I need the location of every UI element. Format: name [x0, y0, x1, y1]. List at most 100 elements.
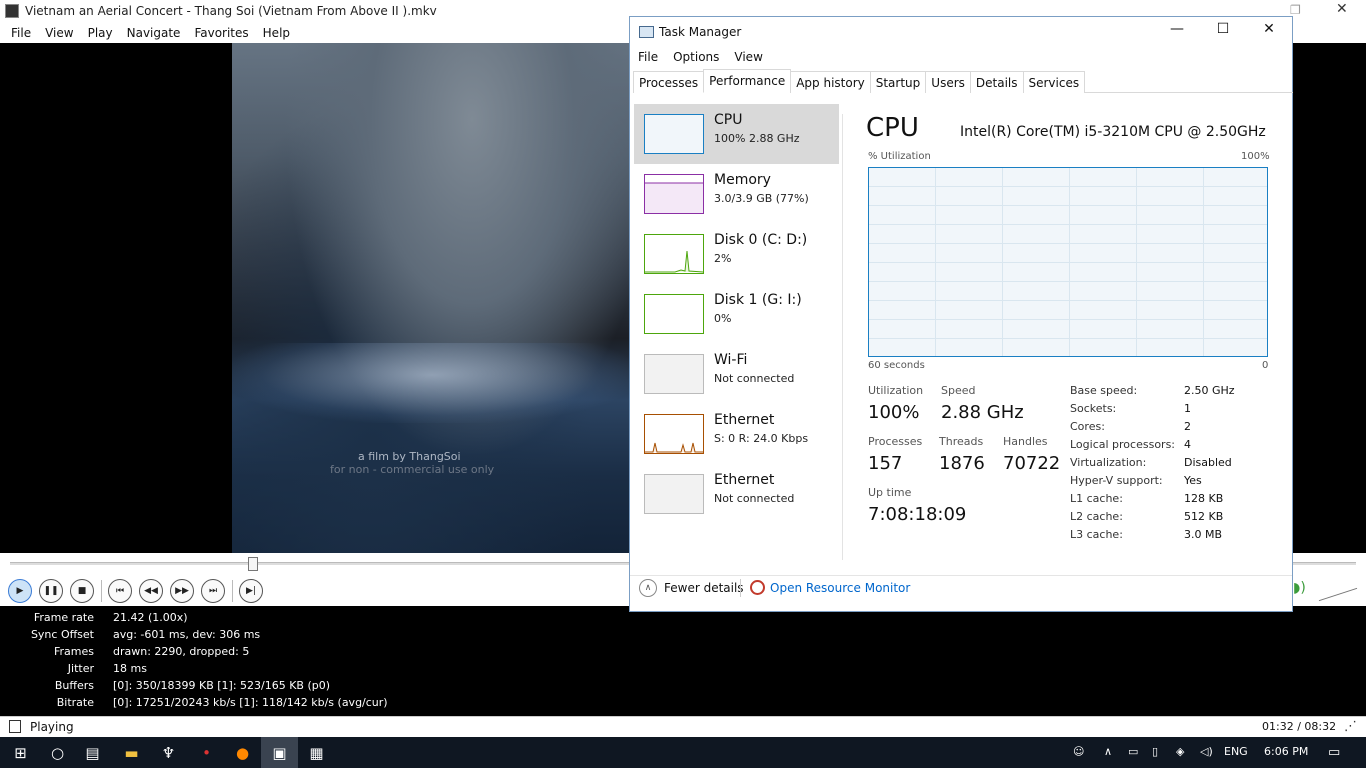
- battery-icon[interactable]: ▭: [1128, 745, 1138, 758]
- menu-file[interactable]: File: [4, 26, 38, 40]
- detail-label: L2 cache:: [1070, 510, 1123, 523]
- detail-value: 2.50 GHz: [1184, 384, 1235, 397]
- resource-sub: 3.0/3.9 GB (77%): [714, 192, 809, 205]
- tm-menu-file[interactable]: File: [638, 50, 658, 64]
- language-indicator[interactable]: ENG: [1224, 745, 1248, 758]
- resource-disk0[interactable]: Disk 0 (C: D:) 2%: [634, 224, 839, 284]
- handles-label: Handles: [1003, 435, 1048, 448]
- app-icon[interactable]: •: [188, 737, 225, 768]
- seek-thumb[interactable]: [248, 557, 258, 571]
- resize-grip-icon[interactable]: ⋰: [1344, 719, 1357, 734]
- close-icon[interactable]: ✕: [1246, 21, 1292, 43]
- mpc-taskbar-icon[interactable]: ▦: [298, 737, 335, 768]
- stat-value: [0]: 17251/20243 kb/s [1]: 118/142 kb/s …: [113, 696, 388, 709]
- video-credit-sub: for non - commercial use only: [330, 463, 495, 476]
- previous-button[interactable]: ⏮: [108, 579, 132, 603]
- detail-label: Logical processors:: [1070, 438, 1176, 451]
- tm-menu-view[interactable]: View: [734, 50, 762, 64]
- grid-line: [869, 262, 1267, 263]
- task-manager-taskbar-icon[interactable]: ▣: [261, 737, 298, 768]
- memory-graph: [645, 182, 703, 213]
- next-button[interactable]: ⏭: [201, 579, 225, 603]
- resource-ethernet[interactable]: Ethernet S: 0 R: 24.0 Kbps: [634, 404, 839, 464]
- tab-services[interactable]: Services: [1022, 71, 1086, 93]
- video-frame: a film by ThangSoi for non - commercial …: [232, 43, 632, 553]
- time-display[interactable]: 01:32 / 08:32: [1262, 720, 1336, 733]
- detail-label: L1 cache:: [1070, 492, 1123, 505]
- notification-icon[interactable]: ▭: [1328, 745, 1340, 760]
- menu-view[interactable]: View: [38, 26, 80, 40]
- fewer-details-button[interactable]: Fewer details: [664, 581, 744, 595]
- chevron-up-icon[interactable]: ∧: [1104, 745, 1112, 758]
- cpu-thumbnail: [644, 114, 704, 154]
- resource-disk1[interactable]: Disk 1 (G: I:) 0%: [634, 284, 839, 344]
- stat-label: Jitter: [67, 662, 94, 675]
- open-resource-monitor-link[interactable]: Open Resource Monitor: [770, 581, 910, 595]
- stop-button[interactable]: ■: [70, 579, 94, 603]
- tab-details[interactable]: Details: [969, 71, 1024, 93]
- app-icon[interactable]: ♆: [150, 737, 187, 768]
- pause-button[interactable]: ❚❚: [39, 579, 63, 603]
- minimize-icon[interactable]: —: [1154, 21, 1200, 43]
- graph-time-left: 60 seconds: [868, 360, 925, 371]
- menu-favorites[interactable]: Favorites: [187, 26, 255, 40]
- tab-performance[interactable]: Performance: [703, 69, 792, 93]
- threads-value: 1876: [939, 453, 985, 474]
- dropbox-icon[interactable]: ◈: [1176, 745, 1184, 758]
- rewind-button[interactable]: ◀◀: [139, 579, 163, 603]
- detail-label: Hyper-V support:: [1070, 474, 1163, 487]
- grid-line: [869, 186, 1267, 187]
- network-icon[interactable]: ▯: [1152, 745, 1158, 758]
- control-separator: [232, 580, 233, 602]
- tab-app-history[interactable]: App history: [790, 71, 871, 93]
- tab-users[interactable]: Users: [925, 71, 971, 93]
- tab-processes[interactable]: Processes: [633, 71, 705, 93]
- resource-cpu[interactable]: CPU 100% 2.88 GHz: [634, 104, 839, 164]
- menu-help[interactable]: Help: [256, 26, 297, 40]
- detail-value: 1: [1184, 402, 1191, 415]
- menu-navigate[interactable]: Navigate: [120, 26, 188, 40]
- memory-thumbnail: [644, 174, 704, 214]
- people-icon[interactable]: ☺: [1073, 745, 1084, 758]
- detail-value: 512 KB: [1184, 510, 1224, 523]
- tab-startup[interactable]: Startup: [869, 71, 927, 93]
- stat-row: Jitter 18 ms: [0, 662, 600, 679]
- restore-icon[interactable]: ❐: [1290, 3, 1304, 17]
- detail-value: 2: [1184, 420, 1191, 433]
- footer-separator: [740, 579, 741, 597]
- mpc-app-icon: [5, 4, 19, 18]
- chevron-up-icon[interactable]: ∧: [639, 579, 657, 597]
- detail-label: Base speed:: [1070, 384, 1138, 397]
- tm-menu-options[interactable]: Options: [673, 50, 719, 64]
- maximize-icon[interactable]: ☐: [1200, 21, 1246, 43]
- tm-menubar: File Options View: [630, 47, 1292, 67]
- play-button[interactable]: ▶: [8, 579, 32, 603]
- stat-value: avg: -601 ms, dev: 306 ms: [113, 628, 261, 641]
- stat-label: Frame rate: [33, 611, 94, 624]
- util-label: % Utilization: [868, 151, 931, 162]
- utilization-label: Utilization: [868, 384, 924, 397]
- frame-step-button[interactable]: ▶|: [239, 579, 263, 603]
- grid-line: [869, 243, 1267, 244]
- detail-value: 4: [1184, 438, 1191, 451]
- windows-start-icon[interactable]: ⊞: [2, 737, 39, 768]
- menu-play[interactable]: Play: [81, 26, 120, 40]
- file-explorer-icon[interactable]: ▬: [113, 737, 150, 768]
- close-icon[interactable]: ✕: [1336, 1, 1352, 19]
- resource-list: CPU 100% 2.88 GHz Memory 3.0/3.9 GB (77%…: [634, 104, 839, 524]
- task-view-icon[interactable]: ▤: [74, 737, 111, 768]
- resource-memory[interactable]: Memory 3.0/3.9 GB (77%): [634, 164, 839, 224]
- speaker-icon[interactable]: ◁): [1200, 745, 1213, 758]
- search-circle-icon[interactable]: ○: [39, 737, 76, 768]
- volume-icon[interactable]: ◗): [1293, 580, 1306, 596]
- ethernet-graph: [645, 442, 703, 453]
- clock[interactable]: 6:06 PM: [1264, 745, 1308, 758]
- stat-value: 21.42 (1.00x): [113, 611, 188, 624]
- stat-label: Sync Offset: [30, 628, 94, 641]
- fast-forward-button[interactable]: ▶▶: [170, 579, 194, 603]
- resource-wifi[interactable]: Wi-Fi Not connected: [634, 344, 839, 404]
- statistics-panel: Frame rate 21.42 (1.00x) Sync Offset avg: …: [0, 608, 1366, 714]
- resource-monitor-icon[interactable]: [750, 580, 765, 595]
- resource-ethernet-2[interactable]: Ethernet Not connected: [634, 464, 839, 524]
- firefox-icon[interactable]: ●: [224, 737, 261, 768]
